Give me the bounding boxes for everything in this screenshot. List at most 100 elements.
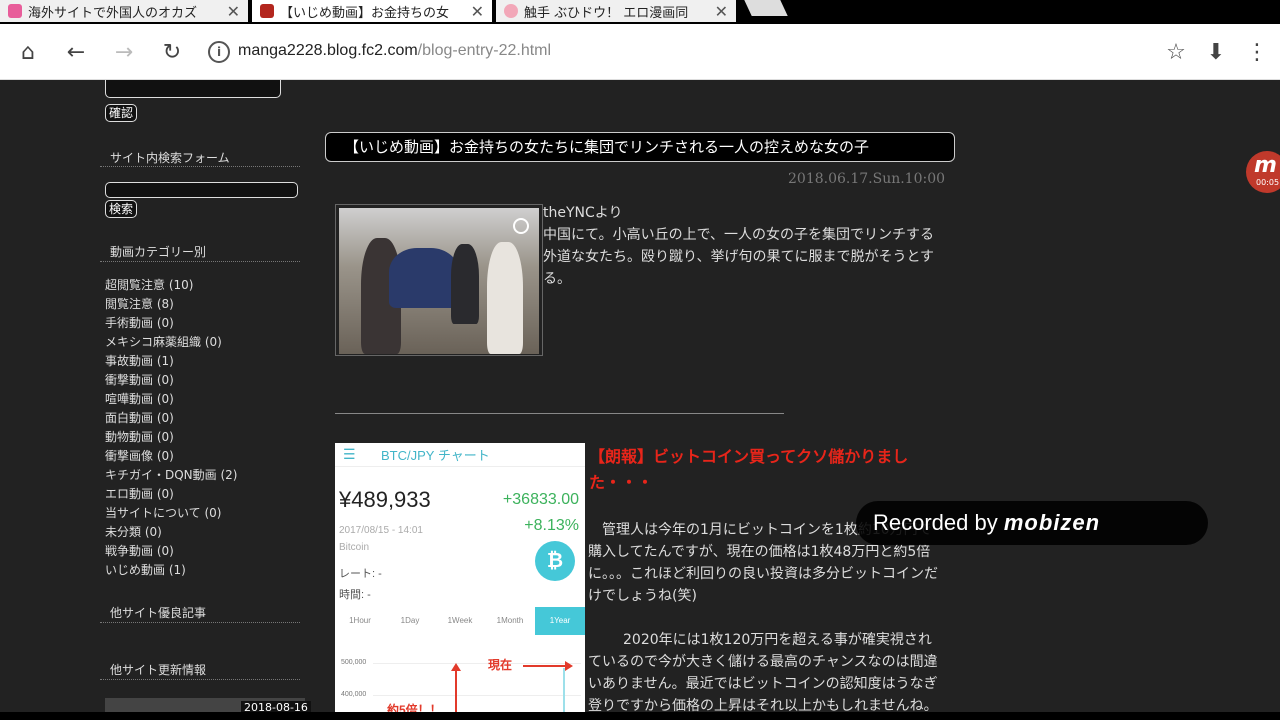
divider xyxy=(335,413,784,414)
category-link[interactable]: 衝撃動画 (0) xyxy=(105,371,237,390)
tab-3-title: 触手 ぶひドウ！ エロ漫画同 xyxy=(524,5,689,21)
price-line xyxy=(563,668,565,712)
recorded-prefix: Recorded by xyxy=(873,510,998,535)
article-text: 中国にて。小高い丘の上で、一人の女の子を集団でリンチする外道な女たち。殴り蹴り、… xyxy=(543,227,935,287)
ad-body: 管理人は今年の1月にビットコインを1枚約10万円で購入してたんですが、現在の価格… xyxy=(588,519,943,712)
category-list: 超閲覧注意 (10) 閲覧注意 (8) 手術動画 (0) メキシコ麻薬組織 (0… xyxy=(105,276,237,580)
divider xyxy=(100,261,300,262)
axis-label: 400,000 xyxy=(341,691,367,698)
chart-title: BTC/JPY チャート xyxy=(381,448,490,463)
other-articles-heading: 他サイト優良記事 xyxy=(110,606,207,620)
video-image xyxy=(339,208,539,354)
recorder-bubble[interactable]: m 00:05 xyxy=(1246,151,1280,193)
category-link[interactable]: 面白動画 (0) xyxy=(105,409,237,428)
article-date: 2018.06.17.Sun.10:00 xyxy=(788,171,946,187)
period-tabs: 1Hour 1Day 1Week 1Month 1Year xyxy=(335,607,585,635)
ad-paragraph: 2020年には1枚120万円を超える事が確実視されているので今が大きく儲ける最高… xyxy=(588,632,938,712)
figure xyxy=(487,242,523,354)
tab-1-favicon-icon xyxy=(8,4,22,18)
tab-3-favicon-icon xyxy=(504,4,518,18)
category-link[interactable]: 動物動画 (0) xyxy=(105,428,237,447)
confirm-button[interactable]: 確認 xyxy=(105,104,138,122)
tab-1-close-icon[interactable]: ✕ xyxy=(227,2,240,21)
divider xyxy=(100,622,300,623)
browser-toolbar: ⌂ ← → ↻ i manga2228.blog.fc2.com/blog-en… xyxy=(0,24,1280,80)
category-heading: 動画カテゴリー別 xyxy=(110,245,207,259)
figure xyxy=(451,244,479,324)
recorder-brand: mobizen xyxy=(1003,510,1101,535)
site-info-icon[interactable]: i xyxy=(208,41,230,63)
time-label: 時間: - xyxy=(339,589,371,601)
download-icon[interactable]: ⬇ xyxy=(1202,38,1230,66)
btc-timestamp: 2017/08/15 - 14:01 xyxy=(339,525,423,536)
forward-icon[interactable]: → xyxy=(110,38,138,66)
recorder-timer: 00:05 xyxy=(1256,178,1280,187)
recorder-logo-icon: m xyxy=(1254,153,1277,178)
recorded-by-watermark: Recorded by mobizen xyxy=(856,501,1208,545)
article-body: theYNCより 中国にて。小高い丘の上で、一人の女の子を集団でリンチする外道な… xyxy=(543,202,943,290)
right-arrow-icon xyxy=(523,661,573,671)
category-link[interactable]: メキシコ麻薬組織 (0) xyxy=(105,333,237,352)
category-link[interactable]: 閲覧注意 (8) xyxy=(105,295,237,314)
category-link[interactable]: 超閲覧注意 (10) xyxy=(105,276,237,295)
period-tab[interactable]: 1Hour xyxy=(335,607,385,635)
tab-2-favicon-icon xyxy=(260,4,274,18)
category-link[interactable]: いじめ動画 (1) xyxy=(105,561,237,580)
period-tab[interactable]: 1Month xyxy=(485,607,535,635)
bookmark-star-icon[interactable]: ☆ xyxy=(1162,38,1190,66)
article-title[interactable]: 【いじめ動画】お金持ちの女たちに集団でリンチされる一人の控えめな女の子 xyxy=(325,132,955,162)
back-icon[interactable]: ← xyxy=(62,38,90,66)
url-path: /blog-entry-22.html xyxy=(417,42,552,59)
category-link[interactable]: 喧嘩動画 (0) xyxy=(105,390,237,409)
bottom-bar xyxy=(0,712,1280,720)
ad-headline[interactable]: 【朗報】ビットコイン買ってクソ儲かりました・・・ xyxy=(589,444,949,496)
category-link[interactable]: 未分類 (0) xyxy=(105,523,237,542)
btc-price: ¥489,933 xyxy=(339,487,431,512)
home-icon[interactable]: ⌂ xyxy=(14,38,42,66)
tab-strip: 海外サイトで外国人のオカズ ✕ 【いじめ動画】お金持ちの女 ✕ 触手 ぶひドウ！… xyxy=(0,0,1280,24)
url-domain: manga2228.blog.fc2.com xyxy=(238,42,418,59)
category-link[interactable]: 衝撃画像 (0) xyxy=(105,447,237,466)
period-tab[interactable]: 1Week xyxy=(435,607,485,635)
page-content: 確認 サイト内検索フォーム 検索 動画カテゴリー別 超閲覧注意 (10) 閲覧注… xyxy=(0,80,1280,712)
category-link[interactable]: 戦争動画 (0) xyxy=(105,542,237,561)
password-input[interactable] xyxy=(105,80,281,98)
btc-change-percent: +8.13% xyxy=(524,517,579,534)
tab-3[interactable]: 触手 ぶひドウ！ エロ漫画同 ✕ xyxy=(496,0,736,22)
grid-line xyxy=(373,663,581,664)
tab-1[interactable]: 海外サイトで外国人のオカズ ✕ xyxy=(0,0,248,22)
period-tab[interactable]: 1Day xyxy=(385,607,435,635)
category-link[interactable]: 事故動画 (1) xyxy=(105,352,237,371)
search-button[interactable]: 検索 xyxy=(105,200,138,218)
video-thumbnail[interactable] xyxy=(335,204,543,356)
category-link[interactable]: 手術動画 (0) xyxy=(105,314,237,333)
site-search-input[interactable] xyxy=(105,182,298,198)
bitcoin-chart-ad[interactable]: ☰ BTC/JPY チャート ¥489,933 +36833.00 +8.13%… xyxy=(335,443,585,712)
axis-label: 500,000 xyxy=(341,659,367,666)
figure xyxy=(389,248,459,308)
reload-icon[interactable]: ↻ xyxy=(158,38,186,66)
grid-line xyxy=(373,695,581,696)
tab-2[interactable]: 【いじめ動画】お金持ちの女 ✕ xyxy=(252,0,492,22)
article-source: theYNCより xyxy=(543,205,623,221)
divider xyxy=(100,166,300,167)
btc-change: +36833.00 xyxy=(502,491,579,508)
bitcoin-icon: ₿ xyxy=(535,541,575,581)
category-link[interactable]: 当サイトについて (0) xyxy=(105,504,237,523)
chart-header: ☰ BTC/JPY チャート xyxy=(335,443,585,467)
growth-label: 約5倍！！ xyxy=(387,703,442,712)
period-tab-selected[interactable]: 1Year xyxy=(535,607,585,635)
btc-coin-name: Bitcoin xyxy=(339,542,370,553)
update-date: 2018-08-16 xyxy=(241,701,311,712)
address-bar[interactable]: i manga2228.blog.fc2.com/blog-entry-22.h… xyxy=(198,32,1238,72)
tab-3-close-icon[interactable]: ✕ xyxy=(715,2,728,21)
new-tab-button[interactable] xyxy=(744,0,788,16)
tab-2-close-icon[interactable]: ✕ xyxy=(471,2,484,21)
menu-icon[interactable]: ⋮ xyxy=(1243,38,1271,66)
category-link[interactable]: キチガイ・DQN動画 (2) xyxy=(105,466,237,485)
up-arrow-icon xyxy=(451,663,461,712)
url-text[interactable]: manga2228.blog.fc2.com/blog-entry-22.htm… xyxy=(238,42,551,60)
tab-1-title: 海外サイトで外国人のオカズ xyxy=(28,5,198,21)
rate-label: レート: - xyxy=(339,568,382,580)
category-link[interactable]: エロ動画 (0) xyxy=(105,485,237,504)
